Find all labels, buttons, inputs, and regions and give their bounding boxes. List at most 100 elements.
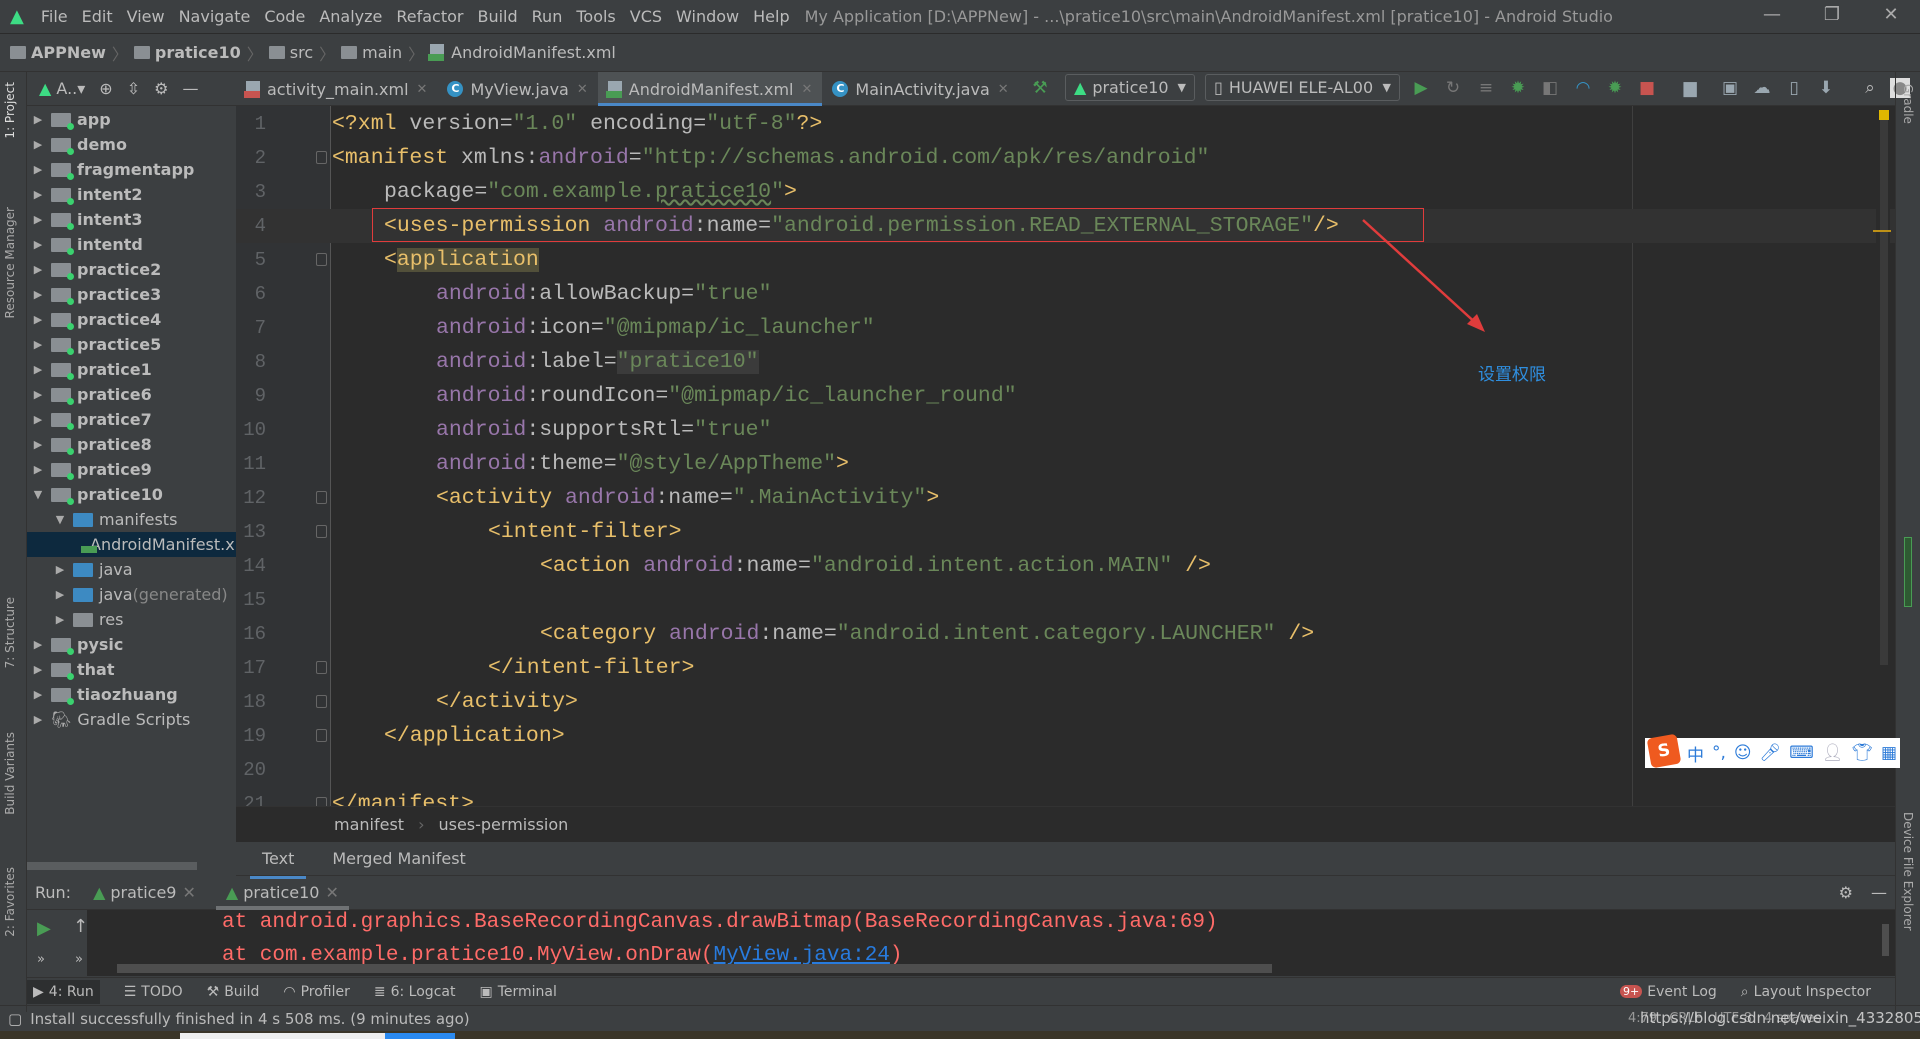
tree-item[interactable]: ▶ practice4 [27, 307, 236, 332]
collapsed-arrow-icon[interactable]: ▶ [31, 388, 45, 401]
tree-item[interactable]: ▶ res [27, 607, 236, 632]
collapsed-arrow-icon[interactable]: ▶ [31, 713, 45, 726]
collapsed-arrow-icon[interactable]: ▶ [31, 213, 45, 226]
tool-window-logcat[interactable]: ≣ 6: Logcat [374, 984, 456, 1000]
breadcrumb-src[interactable]: src 〉 [268, 41, 335, 65]
tree-item[interactable]: ▼ manifests [27, 507, 236, 532]
run-tab-pratice9[interactable]: ▲ pratice9 ✕ [93, 876, 196, 910]
menu-vcs[interactable]: VCS [623, 7, 669, 26]
menu-navigate[interactable]: Navigate [172, 7, 258, 26]
menu-analyze[interactable]: Analyze [312, 7, 389, 26]
collapsed-arrow-icon[interactable]: ▶ [31, 163, 45, 176]
collapsed-arrow-icon[interactable]: ▶ [31, 138, 45, 151]
close-tab-icon[interactable]: ✕ [325, 883, 338, 902]
close-tab-icon[interactable]: ✕ [998, 82, 1009, 97]
structure-tool-tab[interactable]: 7: Structure [3, 597, 17, 668]
memory-indicator[interactable] [1904, 537, 1912, 607]
tree-item[interactable]: ▶ intent3 [27, 207, 236, 232]
tree-item[interactable]: ▶ practice5 [27, 332, 236, 357]
collapsed-arrow-icon[interactable]: ▶ [31, 638, 45, 651]
collapsed-arrow-icon[interactable]: ▶ [31, 113, 45, 126]
skin-shirt-icon[interactable]: 👕︎ [1851, 743, 1873, 763]
menu-window[interactable]: Window [669, 7, 746, 26]
restore-button[interactable]: ❐ [1812, 4, 1852, 25]
close-tab-icon[interactable]: ✕ [801, 82, 812, 97]
breadcrumb-main[interactable]: main 〉 [341, 41, 424, 65]
tab-text[interactable]: Text [250, 843, 307, 879]
collapsed-arrow-icon[interactable]: ▶ [53, 588, 67, 601]
collapsed-arrow-icon[interactable]: ▶ [31, 413, 45, 426]
error-stripe-mark[interactable] [1873, 230, 1891, 232]
resource-manager-tool-tab[interactable]: Resource Manager [3, 207, 17, 318]
fold-marker-icon[interactable] [316, 151, 327, 164]
minimize-button[interactable]: — [1752, 4, 1792, 25]
fold-marker-icon[interactable] [316, 661, 327, 674]
collapsed-arrow-icon[interactable]: ▶ [31, 338, 45, 351]
editor-tab-activity-main-xml[interactable]: activity_main.xml ✕ [236, 72, 437, 106]
tree-item[interactable]: ▶ app [27, 107, 236, 132]
emoji-icon[interactable]: ☺ [1734, 743, 1752, 763]
fold-marker-icon[interactable] [316, 695, 327, 708]
hide-run-panel-icon[interactable]: — [1871, 883, 1887, 902]
tree-item[interactable]: ▶ intentd [27, 232, 236, 257]
menu-run[interactable]: Run [525, 7, 570, 26]
tree-item[interactable]: ▶ pratice8 [27, 432, 236, 457]
tree-item[interactable]: ▶ pratice1 [27, 357, 236, 382]
expanded-arrow-icon[interactable]: ▼ [53, 513, 67, 526]
breadcrumb-appnew[interactable]: APPNew 〉 [10, 41, 128, 65]
settings-gear-icon[interactable]: ⚙ [154, 79, 168, 98]
breadcrumb-file[interactable]: AndroidManifest.xml [428, 43, 616, 62]
tree-item[interactable]: ▶ tiaozhuang [27, 682, 236, 707]
tree-item[interactable]: ▶ that [27, 657, 236, 682]
project-tool-tab[interactable]: 1: Project [3, 82, 17, 139]
locate-file-icon[interactable]: ⊕ [99, 79, 112, 98]
rerun-icon[interactable]: ▶ [37, 918, 51, 939]
tree-item[interactable]: ▶ pratice9 [27, 457, 236, 482]
tree-item[interactable]: ▶ demo [27, 132, 236, 157]
tool-window-todo[interactable]: ☰ TODO [124, 984, 183, 1000]
collapsed-arrow-icon[interactable]: ▶ [53, 613, 67, 626]
collapsed-arrow-icon[interactable]: ▶ [31, 188, 45, 201]
tree-item[interactable]: ▶ java (generated) [27, 582, 236, 607]
breadcrumb-pratice10[interactable]: pratice10 〉 [133, 41, 263, 65]
tree-item[interactable]: ▶ fragmentapp [27, 157, 236, 182]
ime-punctuation-toggle[interactable]: °, [1712, 743, 1726, 763]
user-icon[interactable]: 👤︎ [1822, 743, 1844, 763]
breadcrumb-uses-permission[interactable]: uses-permission [438, 815, 568, 834]
tree-item[interactable]: ▶ practice2 [27, 257, 236, 282]
fold-marker-icon[interactable] [316, 253, 327, 266]
collapsed-arrow-icon[interactable]: ▶ [31, 263, 45, 276]
fold-marker-icon[interactable] [316, 491, 327, 504]
editor-vertical-scrollbar[interactable] [1876, 106, 1890, 806]
collapsed-arrow-icon[interactable]: ▶ [31, 688, 45, 701]
collapse-all-icon[interactable]: ⇳ [127, 79, 140, 98]
collapsed-arrow-icon[interactable]: ▶ [31, 663, 45, 676]
console-vertical-scrollbar[interactable] [1882, 924, 1889, 956]
collapsed-arrow-icon[interactable]: ▶ [31, 438, 45, 451]
scroll-up-icon[interactable]: ↑ [73, 916, 88, 937]
tree-item[interactable]: ▶ 🐘︎ Gradle Scripts [27, 707, 236, 732]
collapsed-arrow-icon[interactable]: ▶ [53, 563, 67, 576]
tab-merged-manifest[interactable]: Merged Manifest [320, 843, 477, 874]
run-settings-gear-icon[interactable]: ⚙ [1839, 883, 1853, 902]
ime-mode-toggle[interactable]: 中 [1687, 741, 1704, 766]
apps-grid-icon[interactable]: ▦ [1881, 743, 1897, 763]
console-horizontal-scrollbar[interactable] [117, 964, 1272, 973]
tool-window-layout-inspector[interactable]: ⌕ Layout Inspector [1741, 984, 1871, 1000]
project-horizontal-scrollbar[interactable] [27, 862, 197, 870]
close-button[interactable]: ✕ [1871, 4, 1911, 25]
collapsed-arrow-icon[interactable]: ▶ [31, 463, 45, 476]
collapsed-arrow-icon[interactable]: ▶ [31, 363, 45, 376]
menu-build[interactable]: Build [470, 7, 524, 26]
status-message[interactable]: Install successfully finished in 4 s 508… [30, 1010, 469, 1028]
microphone-icon[interactable]: 🎤︎ [1760, 743, 1782, 763]
menu-tools[interactable]: Tools [569, 7, 622, 26]
menu-file[interactable]: File [34, 7, 75, 26]
tool-window-event-log[interactable]: 9+ Event Log [1620, 984, 1717, 1000]
favorites-tool-tab[interactable]: 2: Favorites [3, 867, 17, 937]
fold-marker-icon[interactable] [316, 797, 327, 806]
sogou-logo[interactable]: S [1646, 733, 1682, 769]
collapsed-arrow-icon[interactable]: ▶ [31, 313, 45, 326]
editor-tab-myview-java[interactable]: C MyView.java ✕ [437, 72, 597, 106]
close-tab-icon[interactable]: ✕ [417, 82, 428, 97]
